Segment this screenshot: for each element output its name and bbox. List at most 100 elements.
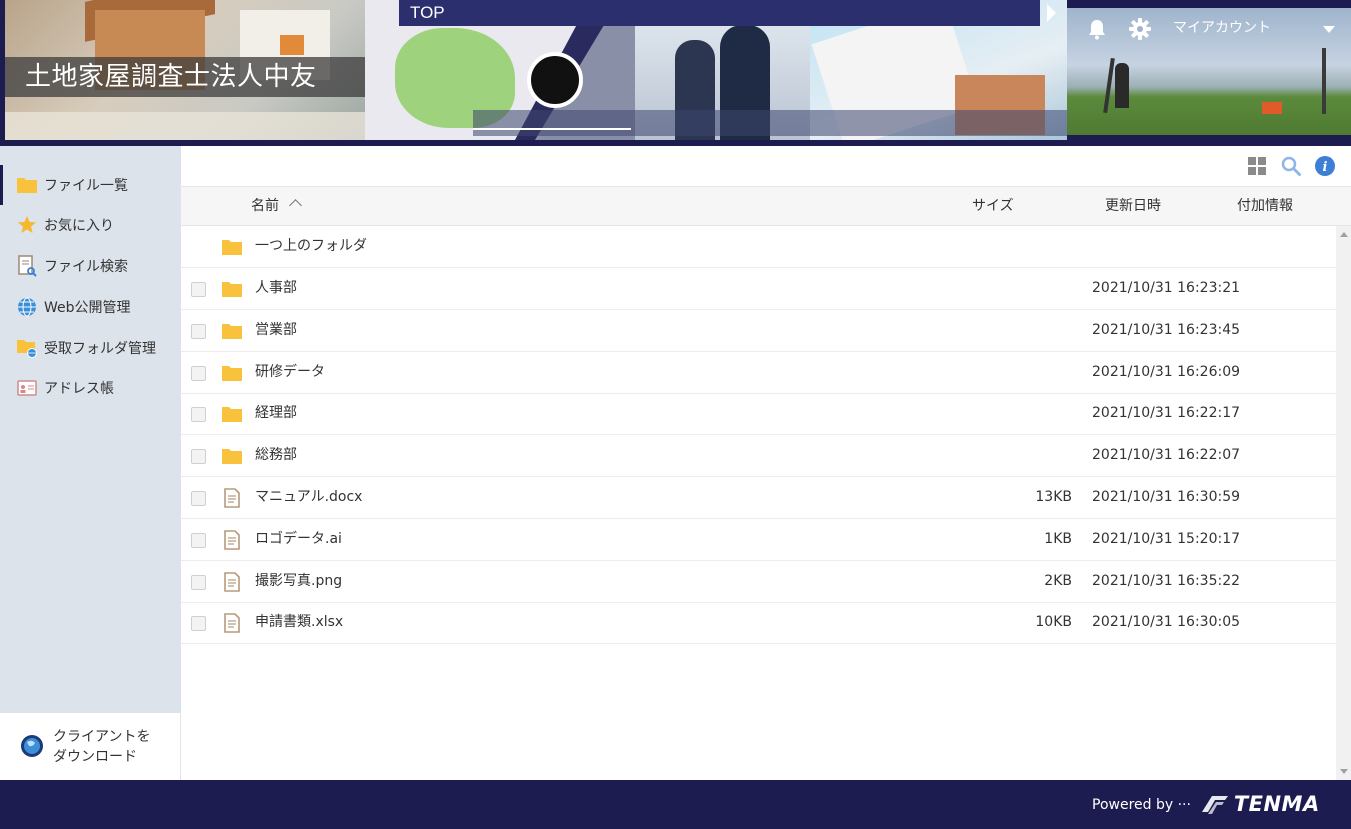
- brand-logo: TENMA: [1198, 790, 1320, 818]
- grid-view-icon[interactable]: [1248, 157, 1266, 175]
- row-modified: 2021/10/31 16:30:59: [1092, 489, 1241, 505]
- top-nav-label[interactable]: TOP: [410, 2, 445, 24]
- folder-icon: [16, 174, 38, 196]
- search-icon[interactable]: [1281, 156, 1301, 176]
- table-row[interactable]: 申請書類.xlsx 10KB 2021/10/31 16:30:05: [181, 602, 1336, 645]
- title-panel-photo: 土地家屋調査士法人中友: [5, 0, 365, 140]
- company-name: 土地家屋調査士法人中友: [5, 57, 365, 97]
- table-row[interactable]: 営業部 2021/10/31 16:23:45: [181, 310, 1336, 352]
- row-modified: 2021/10/31 15:20:17: [1092, 530, 1241, 547]
- row-modified: 2021/10/31 16:35:22: [1092, 572, 1241, 589]
- file-icon: [224, 488, 240, 508]
- row-checkbox[interactable]: [191, 616, 206, 632]
- file-search-icon: [16, 255, 38, 277]
- folder-icon: [222, 282, 242, 297]
- vertical-scrollbar[interactable]: [1336, 226, 1351, 780]
- sidebar-item-label: アドレス帳: [44, 381, 114, 397]
- table-row[interactable]: 人事部 2021/10/31 16:23:21: [181, 268, 1336, 310]
- row-size: 1KB: [1044, 530, 1072, 547]
- parent-folder-row[interactable]: 一つ上のフォルダ: [181, 226, 1336, 268]
- scroll-up-arrow-icon[interactable]: [1340, 232, 1348, 237]
- row-checkbox[interactable]: [191, 532, 206, 548]
- file-icon: [224, 529, 240, 550]
- folder-icon: [222, 323, 242, 339]
- sidebar-item-label: 受取フォルダ管理: [44, 341, 156, 357]
- sidebar-item-file-list[interactable]: ファイル一覧: [0, 165, 181, 205]
- file-list-panel: i 名前 サイズ 更新日時 付加情報 一つ上のフォルダ 人事部 2021/10/3…: [181, 146, 1351, 780]
- sidebar-item-web-publish[interactable]: Web公開管理: [0, 287, 181, 327]
- row-modified: 2021/10/31 16:23:45: [1092, 321, 1241, 338]
- sidebar-item-receive-folder[interactable]: 受取フォルダ管理: [0, 328, 181, 368]
- row-modified: 2021/10/31 16:26:09: [1092, 363, 1241, 380]
- row-size: 2KB: [1044, 572, 1072, 589]
- row-size: 10KB: [1035, 614, 1072, 631]
- my-account-menu[interactable]: マイアカウント: [1173, 18, 1271, 38]
- row-name[interactable]: 営業部: [255, 310, 297, 350]
- column-header-extra-info[interactable]: 付加情報: [1237, 187, 1293, 225]
- download-client-label: クライアントを ダウンロード: [53, 727, 150, 767]
- download-client-button[interactable]: クライアントを ダウンロード: [0, 713, 181, 780]
- row-name[interactable]: ロゴデータ.ai: [255, 519, 342, 559]
- parent-folder-label: 一つ上のフォルダ: [255, 238, 367, 254]
- row-name[interactable]: 人事部: [255, 268, 297, 308]
- row-checkbox[interactable]: [191, 407, 206, 423]
- sidebar-item-file-search[interactable]: ファイル検索: [0, 246, 181, 286]
- chevron-down-icon[interactable]: [1323, 26, 1335, 33]
- info-icon[interactable]: i: [1315, 156, 1335, 176]
- row-checkbox[interactable]: [191, 282, 206, 297]
- row-checkbox[interactable]: [191, 323, 206, 339]
- toolbar: i: [181, 146, 1351, 186]
- address-card-icon: [16, 377, 38, 399]
- column-header-modified[interactable]: 更新日時: [1105, 187, 1161, 225]
- row-name[interactable]: 研修データ: [255, 352, 325, 392]
- sidebar-item-label: ファイル一覧: [44, 178, 128, 194]
- row-name[interactable]: マニュアル.docx: [255, 477, 362, 517]
- sort-ascending-icon[interactable]: [289, 199, 302, 212]
- scroll-down-arrow-icon[interactable]: [1340, 769, 1348, 774]
- row-modified: 2021/10/31 16:22:17: [1092, 405, 1241, 422]
- tenma-logo-mark-icon: [1202, 796, 1228, 814]
- gear-icon[interactable]: [1129, 18, 1151, 40]
- table-row[interactable]: マニュアル.docx 13KB 2021/10/31 16:30:59: [181, 477, 1336, 519]
- row-modified: 2021/10/31 16:30:05: [1092, 614, 1241, 631]
- sidebar: ファイル一覧 お気に入り ファイル検索 Web公開管理 受取フォルダ管理 アドレ…: [0, 146, 181, 780]
- table-row[interactable]: ロゴデータ.ai 1KB 2021/10/31 15:20:17: [181, 519, 1336, 561]
- row-checkbox[interactable]: [191, 365, 206, 381]
- row-name[interactable]: 撮影写真.png: [255, 561, 342, 601]
- sidebar-item-favorites[interactable]: お気に入り: [0, 205, 181, 245]
- table-row[interactable]: 経理部 2021/10/31 16:22:17: [181, 393, 1336, 436]
- file-icon: [224, 571, 240, 592]
- row-size: 13KB: [1035, 489, 1072, 505]
- row-checkbox[interactable]: [191, 491, 206, 506]
- brand-name: TENMA: [1233, 792, 1320, 816]
- column-header-name[interactable]: 名前: [251, 187, 279, 225]
- sidebar-item-label: お気に入り: [44, 218, 114, 234]
- seal-emblem-icon: [527, 52, 583, 108]
- column-header-size[interactable]: サイズ: [972, 187, 1014, 225]
- table-row[interactable]: 研修データ 2021/10/31 16:26:09: [181, 352, 1336, 394]
- footer: Powered by ··· TENMA: [0, 780, 1351, 829]
- download-line1: クライアントを: [53, 729, 151, 745]
- folder-icon: [222, 407, 242, 423]
- table-row[interactable]: 総務部 2021/10/31 16:22:07: [181, 435, 1336, 478]
- top-nav-arrow-icon[interactable]: [1047, 4, 1056, 22]
- download-line2: ダウンロード: [53, 749, 137, 765]
- powered-by-label: Powered by ···: [1092, 797, 1191, 813]
- folder-icon: [222, 449, 242, 465]
- top-nav-bar[interactable]: [399, 0, 1040, 26]
- header: 土地家屋調査士法人中友 TOP マイアカウント: [0, 0, 1351, 146]
- row-checkbox[interactable]: [191, 574, 206, 590]
- row-checkbox[interactable]: [191, 449, 206, 465]
- row-name[interactable]: 申請書類.xlsx: [255, 602, 343, 642]
- svg-text:i: i: [1323, 160, 1328, 175]
- download-globe-icon: [21, 735, 43, 757]
- bell-icon[interactable]: [1087, 18, 1107, 40]
- row-name[interactable]: 総務部: [255, 435, 297, 475]
- sidebar-item-address-book[interactable]: アドレス帳: [0, 368, 181, 408]
- sidebar-item-label: ファイル検索: [44, 259, 128, 275]
- folder-globe-icon: [16, 337, 38, 359]
- row-modified: 2021/10/31 16:22:07: [1092, 447, 1241, 464]
- globe-icon: [16, 296, 38, 318]
- table-row[interactable]: 撮影写真.png 2KB 2021/10/31 16:35:22: [181, 561, 1336, 603]
- row-name[interactable]: 経理部: [255, 393, 297, 433]
